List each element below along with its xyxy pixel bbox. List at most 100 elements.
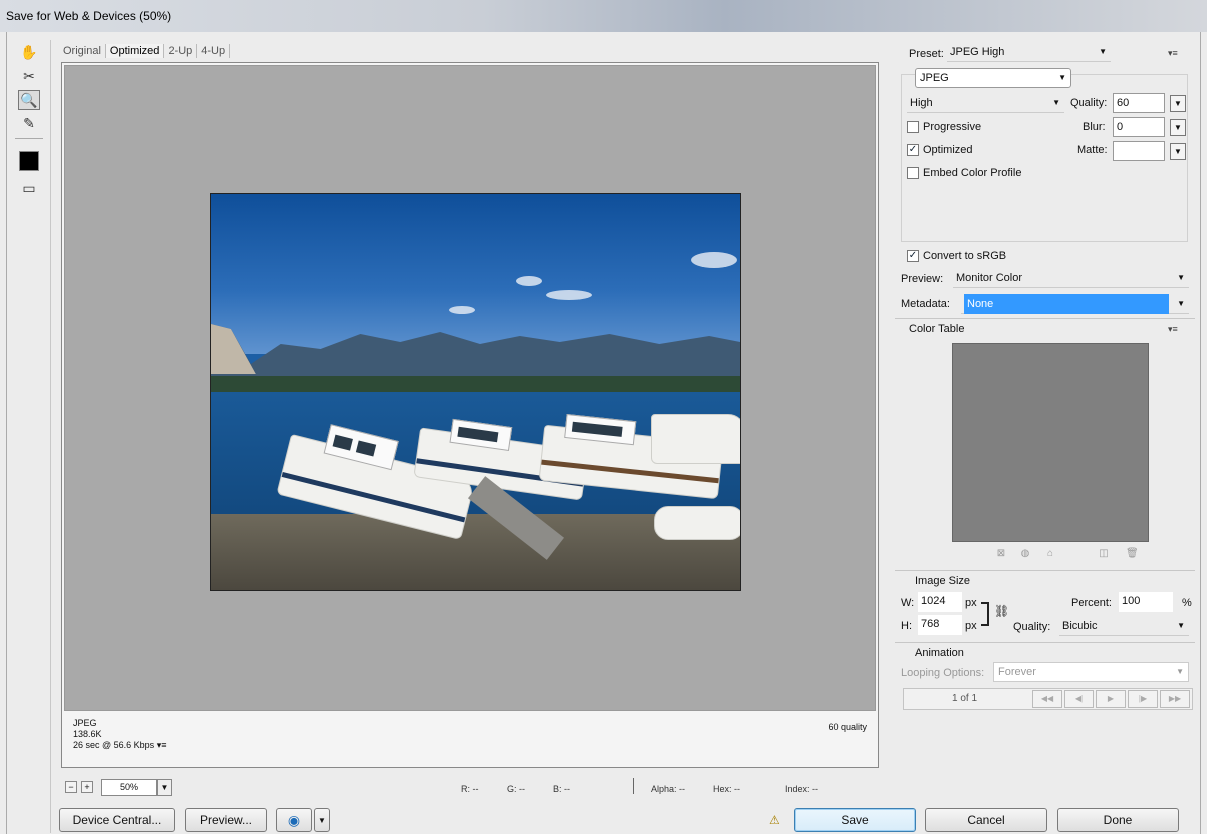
tab-4-up[interactable]: 4-Up — [197, 44, 231, 58]
frame-counter: 1 of 1 — [952, 693, 978, 704]
preview-button[interactable]: Preview... — [185, 808, 267, 832]
first-frame-button[interactable]: ◀◀ — [1032, 690, 1062, 708]
matte-label: Matte: — [1077, 144, 1108, 156]
hand-tool-icon[interactable]: ✋ — [18, 42, 40, 62]
image-size-title: Image Size — [915, 575, 971, 587]
width-field[interactable]: 1024 — [918, 592, 962, 612]
section-divider — [895, 318, 1195, 319]
matte-dropdown-button[interactable]: ▼ — [1170, 143, 1186, 160]
preview-image[interactable] — [210, 193, 741, 591]
section-divider — [895, 570, 1195, 571]
quality-level-select[interactable]: High ▼ — [907, 93, 1064, 113]
lock-color-icon[interactable]: ⌂ — [1044, 548, 1056, 560]
looping-select[interactable]: Forever ▼ — [993, 662, 1189, 682]
readout-b: B: -- — [553, 784, 570, 794]
color-table[interactable] — [952, 343, 1149, 542]
slice-select-icon[interactable]: ✂ — [18, 66, 40, 86]
tab-original[interactable]: Original — [59, 44, 106, 58]
browser-icon: ◉ — [287, 811, 301, 828]
photo-cloud — [516, 276, 542, 286]
preview-canvas[interactable]: JPEG 138.6K 26 sec @ 56.6 Kbps ▾≡ 60 qua… — [64, 65, 876, 750]
delete-color-icon[interactable]: 🗑 — [1126, 548, 1139, 560]
resample-quality-select[interactable]: Bicubic ▼ — [1059, 616, 1189, 636]
title-bar: Save for Web & Devices (50%) — [0, 0, 1207, 32]
tab-optimized[interactable]: Optimized — [105, 44, 165, 58]
height-field[interactable]: 768 — [918, 615, 962, 635]
width-label: W: — [901, 597, 915, 609]
matte-field[interactable] — [1113, 141, 1165, 161]
download-time: 26 sec @ 56.6 Kbps ▾≡ — [73, 740, 167, 750]
height-unit: px — [965, 620, 977, 632]
preview-label: Preview: — [901, 273, 944, 285]
optimize-menu-icon[interactable]: ▾≡ — [1168, 48, 1178, 59]
photo-boat — [654, 506, 740, 540]
percent-field[interactable]: 100 — [1119, 592, 1173, 612]
progressive-checkbox[interactable]: Progressive — [907, 121, 981, 133]
width-unit: px — [965, 597, 977, 609]
photo-cloud — [546, 290, 592, 300]
preset-select[interactable]: JPEG High ▼ — [947, 42, 1111, 62]
metadata-label: Metadata: — [901, 298, 950, 310]
embed-color-profile-checkbox[interactable]: Embed Color Profile — [907, 167, 1021, 179]
browser-dropdown-button[interactable]: ▼ — [314, 808, 330, 832]
window-title: Save for Web & Devices (50%) — [6, 9, 172, 23]
constrain-bracket — [981, 602, 989, 626]
readout-index: Index: -- — [785, 784, 819, 794]
preset-label: Preset: — [909, 48, 944, 60]
format-select[interactable]: JPEG ▼ — [915, 68, 1071, 88]
cancel-button[interactable]: Cancel — [925, 808, 1047, 832]
file-format: JPEG — [73, 718, 97, 728]
toolbox: ✋ ✂ 🔍 ✎ ▭ — [11, 40, 51, 833]
link-icon[interactable]: ⛓ — [994, 604, 1009, 618]
readout-g: G: -- — [507, 784, 525, 794]
looping-label: Looping Options: — [901, 667, 985, 679]
done-button[interactable]: Done — [1057, 808, 1179, 832]
blur-field[interactable]: 0 — [1113, 117, 1165, 137]
next-frame-button[interactable]: |▶ — [1128, 690, 1158, 708]
file-size: 138.6K — [73, 729, 102, 739]
quality-label: Quality: — [1070, 97, 1108, 109]
eyedropper-color-swatch[interactable] — [19, 151, 39, 171]
zoom-tool-icon[interactable]: 🔍 — [18, 90, 40, 110]
resample-quality-label: Quality: — [1013, 621, 1051, 633]
preview-frame: JPEG 138.6K 26 sec @ 56.6 Kbps ▾≡ 60 qua… — [61, 62, 879, 768]
section-divider — [895, 642, 1195, 643]
readout-r: R: -- — [461, 784, 479, 794]
blur-dropdown-button[interactable]: ▼ — [1170, 119, 1186, 136]
last-frame-button[interactable]: ▶▶ — [1160, 690, 1190, 708]
map-transparent-icon[interactable]: ⊠ — [995, 548, 1007, 560]
photo-cloud — [449, 306, 475, 314]
play-button[interactable]: ▶ — [1096, 690, 1126, 708]
browser-preview-button[interactable]: ◉ — [276, 808, 312, 832]
photo-mountains — [211, 324, 740, 394]
zoom-in-button[interactable]: + — [81, 781, 93, 793]
tool-divider — [15, 138, 43, 139]
convert-srgb-checkbox[interactable]: ✓ Convert to sRGB — [907, 250, 1006, 262]
tab-2-up[interactable]: 2-Up — [164, 44, 198, 58]
device-central-button[interactable]: Device Central... — [59, 808, 175, 832]
color-table-title: Color Table — [909, 323, 965, 335]
color-table-menu-icon[interactable]: ▾≡ — [1168, 324, 1178, 335]
previous-frame-button[interactable]: ◀| — [1064, 690, 1094, 708]
save-button[interactable]: Save — [794, 808, 916, 832]
optimized-checkbox[interactable]: ✓ Optimized — [907, 144, 973, 156]
status-bar: − + 50% ▼ R: -- G: -- B: -- Alpha: -- He… — [61, 776, 879, 796]
quality-field[interactable]: 60 — [1113, 93, 1165, 113]
toggle-slices-icon[interactable]: ▭ — [18, 178, 40, 198]
quality-dropdown-button[interactable]: ▼ — [1170, 95, 1186, 112]
web-shift-icon[interactable]: ◍ — [1019, 548, 1031, 560]
animation-controls: 1 of 1 ◀◀ ◀| ▶ |▶ ▶▶ — [903, 688, 1193, 710]
download-menu-icon[interactable]: ▾≡ — [157, 740, 167, 750]
photo-cloud — [691, 252, 737, 268]
zoom-out-button[interactable]: − — [65, 781, 77, 793]
dialog: ✋ ✂ 🔍 ✎ ▭ Original Optimized 2-Up 4-Up J… — [6, 32, 1201, 834]
zoom-level-field[interactable]: 50% — [101, 779, 157, 796]
preview-select[interactable]: Monitor Color ▼ — [953, 268, 1189, 288]
photo-boat — [651, 414, 740, 464]
warning-icon: ⚠ — [769, 813, 780, 827]
blur-label: Blur: — [1083, 121, 1106, 133]
metadata-select[interactable]: None ▼ — [961, 294, 1189, 314]
zoom-dropdown-button[interactable]: ▼ — [157, 779, 172, 796]
eyedropper-icon[interactable]: ✎ — [18, 113, 40, 133]
new-color-icon[interactable]: ◫ — [1098, 548, 1110, 560]
